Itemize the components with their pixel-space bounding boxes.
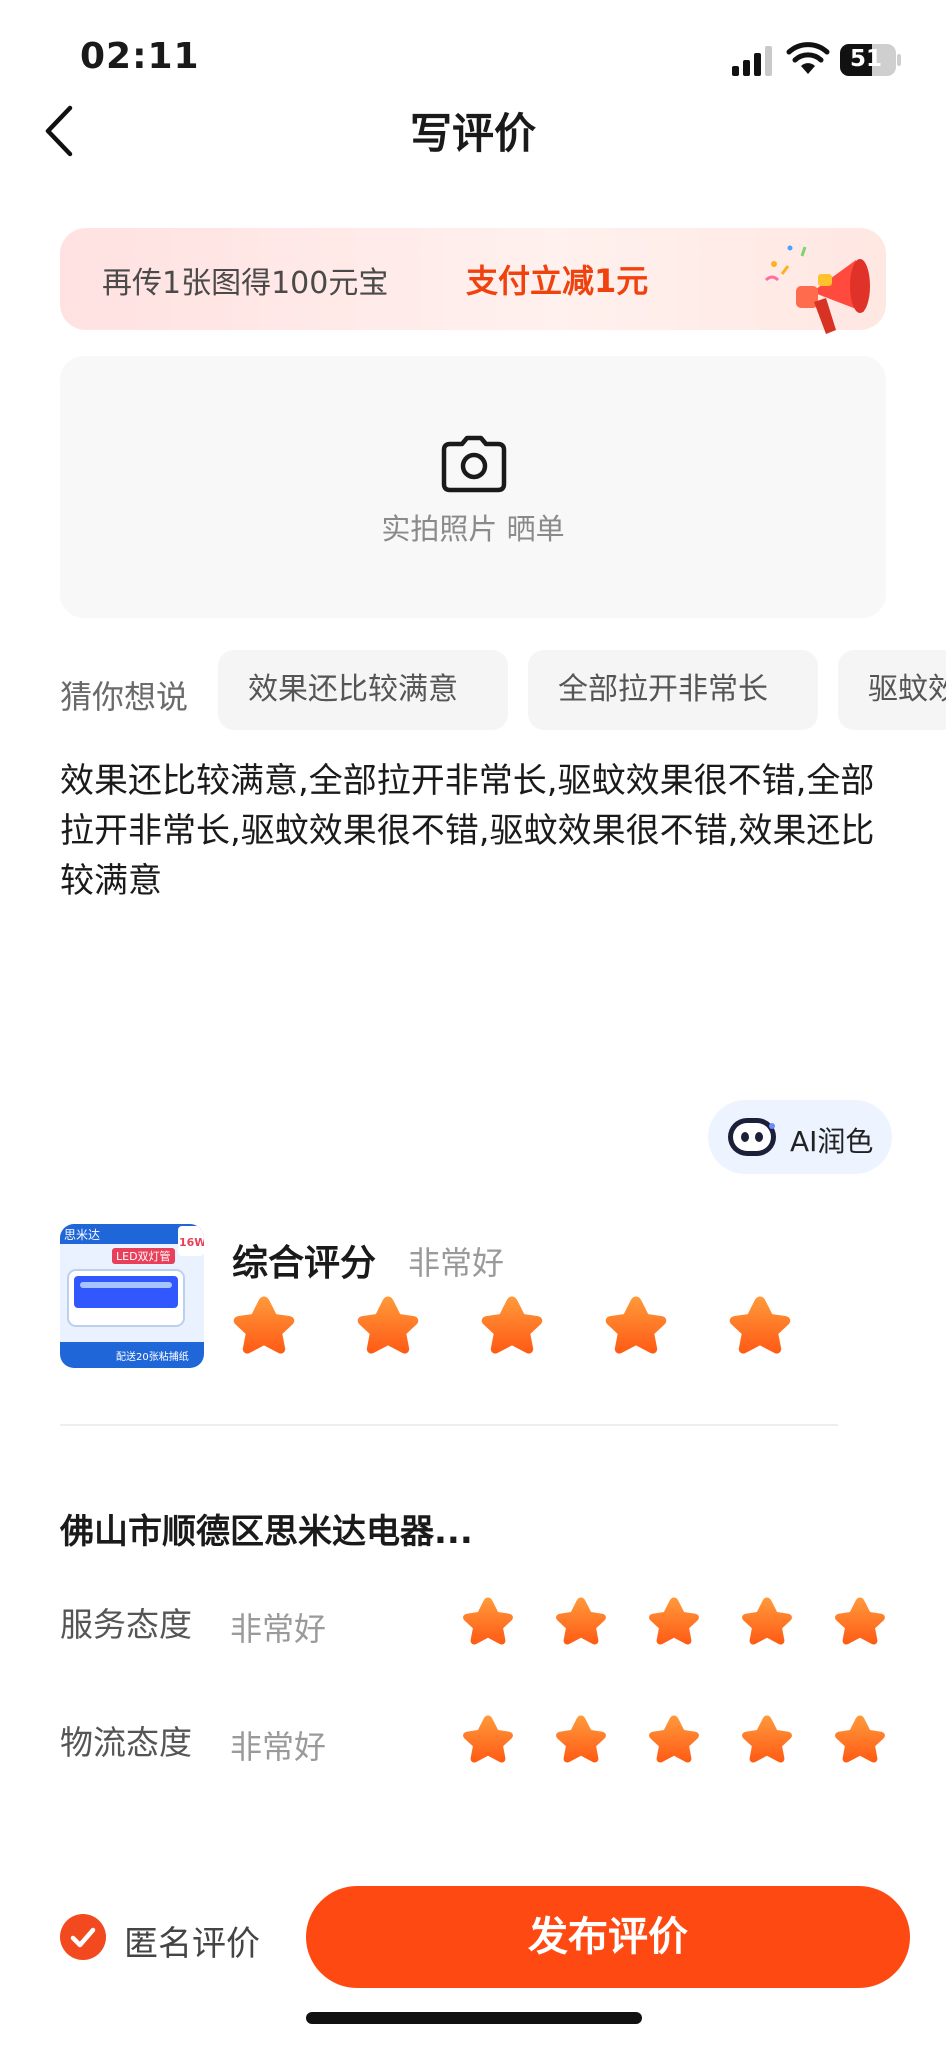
logistics-star[interactable] (646, 1712, 702, 1766)
ai-polish-label: AI润色 (790, 1125, 874, 1158)
service-star[interactable] (739, 1594, 795, 1648)
product-thumbnail: 思米达 LED双灯管 16W 配送20张粘捕纸 (60, 1224, 204, 1368)
wifi-icon (786, 42, 830, 74)
overall-star[interactable] (726, 1292, 794, 1358)
write-review-page: 02:11 51 写评价 再传1张图得100元宝 支付立减1元 实拍照片 晒单 … (0, 0, 946, 2048)
page-title: 写评价 (409, 109, 536, 158)
logistics-rating-label: 物流态度 (60, 1723, 192, 1762)
battery-icon: 51 (840, 44, 902, 76)
camera-icon[interactable] (440, 434, 508, 494)
overall-star[interactable] (354, 1292, 422, 1358)
service-star[interactable] (646, 1594, 702, 1648)
thumb-tag: LED双灯管 (112, 1248, 175, 1264)
thumb-brand: 思米达 (64, 1228, 101, 1242)
suggestion-chip[interactable]: 效果还比较满意 (218, 650, 508, 730)
ai-robot-icon (728, 1118, 776, 1156)
battery-level: 51 (850, 46, 883, 72)
signal-icon (732, 46, 772, 76)
overall-rating-value: 非常好 (408, 1244, 505, 1282)
upload-label: 实拍照片 晒单 (381, 512, 565, 546)
promo-text: 再传1张图得100元宝 (102, 266, 389, 301)
logistics-star[interactable] (460, 1712, 516, 1766)
status-time: 02:11 (80, 36, 200, 77)
service-star[interactable] (832, 1594, 888, 1648)
overall-star[interactable] (478, 1292, 546, 1358)
check-icon (70, 1927, 96, 1948)
suggestions-title: 猜你想说 (60, 678, 189, 716)
shop-name: 佛山市顺德区思米达电器... (60, 1512, 473, 1552)
anonymous-label[interactable]: 匿名评价 (124, 1916, 260, 1965)
anonymous-checkbox[interactable] (60, 1914, 106, 1960)
thumb-bottom: 配送20张粘捕纸 (116, 1352, 189, 1363)
service-star[interactable] (553, 1594, 609, 1648)
thumb-watt: 16W (179, 1236, 204, 1249)
ai-polish-button[interactable]: AI润色 (708, 1100, 892, 1174)
service-star[interactable] (460, 1594, 516, 1648)
logistics-star[interactable] (739, 1712, 795, 1766)
promo-highlight: 支付立减1元 (466, 262, 649, 300)
suggestion-chip[interactable]: 全部拉开非常长 (528, 650, 818, 730)
review-text-input[interactable]: 效果还比较满意,全部拉开非常长,驱蚊效果很不错,全部拉开非常长,驱蚊效果很不错,… (60, 756, 896, 906)
publish-review-button[interactable]: 发布评价 (306, 1886, 910, 1988)
overall-star[interactable] (602, 1292, 670, 1358)
service-rating-label: 服务态度 (60, 1605, 192, 1644)
suggestion-chip[interactable]: 驱蚊效 (838, 650, 946, 730)
service-rating-value: 非常好 (230, 1610, 327, 1648)
logistics-star[interactable] (553, 1712, 609, 1766)
overall-rating-label: 综合评分 (232, 1243, 377, 1284)
overall-star[interactable] (230, 1292, 298, 1358)
logistics-rating-value: 非常好 (230, 1728, 327, 1766)
home-indicator (306, 2012, 642, 2024)
megaphone-icon (764, 245, 870, 334)
divider (60, 1424, 838, 1426)
logistics-star[interactable] (832, 1712, 888, 1766)
